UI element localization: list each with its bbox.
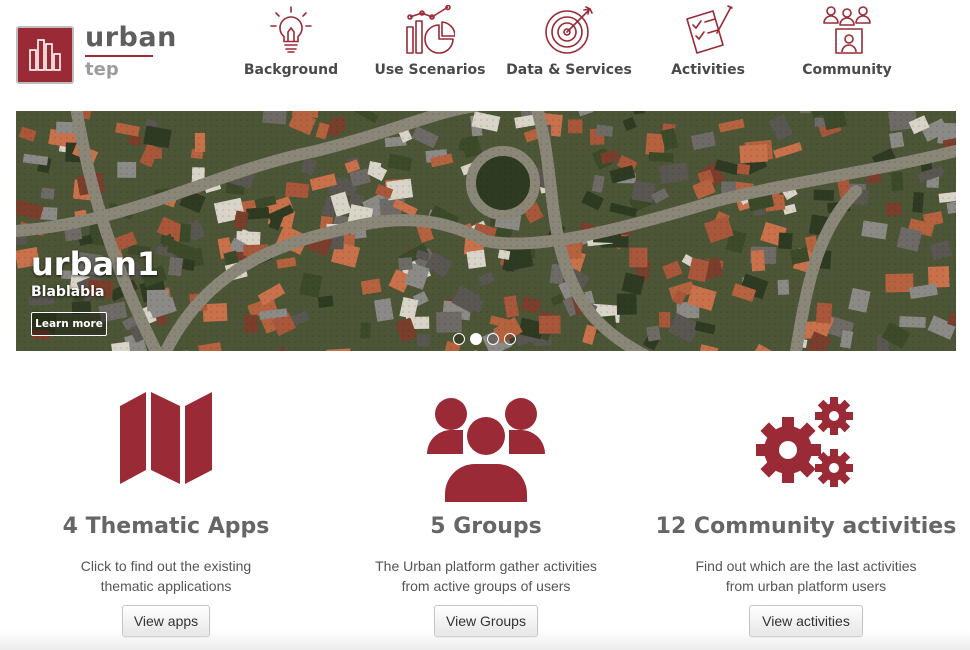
carousel-dot-2[interactable] [470,333,482,345]
carousel-dot-3[interactable] [487,333,499,345]
carousel-dot-1[interactable] [453,333,465,345]
feature-thematic-apps: 4 Thematic Apps Click to find out the ex… [6,392,326,640]
page-bottom-fade [0,630,970,650]
feature-description: Click to find out the existing thematic … [80,558,252,594]
group-icon [427,398,545,502]
feature-groups: 5 Groups The Urban platform gather activ… [326,392,646,640]
logo-mark-icon [16,26,74,84]
nav-label: Use Scenarios [374,62,486,78]
hero-carousel[interactable]: urban1 Blablabla Learn more [16,111,956,351]
carousel-title: urban1 [31,245,160,283]
logo-subtitle: tep [85,59,119,80]
nav-label: Activities [671,62,745,78]
feature-description: The Urban platform gather activities fro… [375,558,597,594]
feature-title: 5 Groups [430,514,542,539]
carousel-dot-4[interactable] [504,333,516,345]
feature-community-activities: 12 Community activities Find out which a… [646,392,966,640]
nav-community[interactable]: Community [777,0,917,84]
nav-data-services[interactable]: Data & Services [499,0,639,84]
feature-title: 12 Community activities [655,514,957,539]
map-icon [120,392,212,484]
feature-title: 4 Thematic Apps [62,514,270,539]
nav-label: Community [802,62,892,78]
lightbulb-icon [270,6,312,53]
nav-background[interactable]: Background [221,0,361,84]
logo-wordmark: urban [85,22,177,53]
nav-use-scenarios[interactable]: Use Scenarios [360,0,500,84]
nav-activities[interactable]: Activities [638,0,778,84]
aerial-photo-image [16,111,956,351]
nav-label: Background [243,62,339,78]
chart-icon [406,5,455,54]
nav-label: Data & Services [506,62,632,78]
logo-divider [85,55,153,57]
checklist-icon [686,5,733,54]
learn-more-button[interactable]: Learn more [31,312,107,336]
feature-description: Find out which are the last activities f… [695,558,917,594]
carousel-subtitle: Blablabla [31,284,105,300]
logo[interactable]: urban tep [16,22,176,86]
target-icon [545,6,593,54]
gears-icon [756,397,853,487]
people-icon [823,6,871,54]
